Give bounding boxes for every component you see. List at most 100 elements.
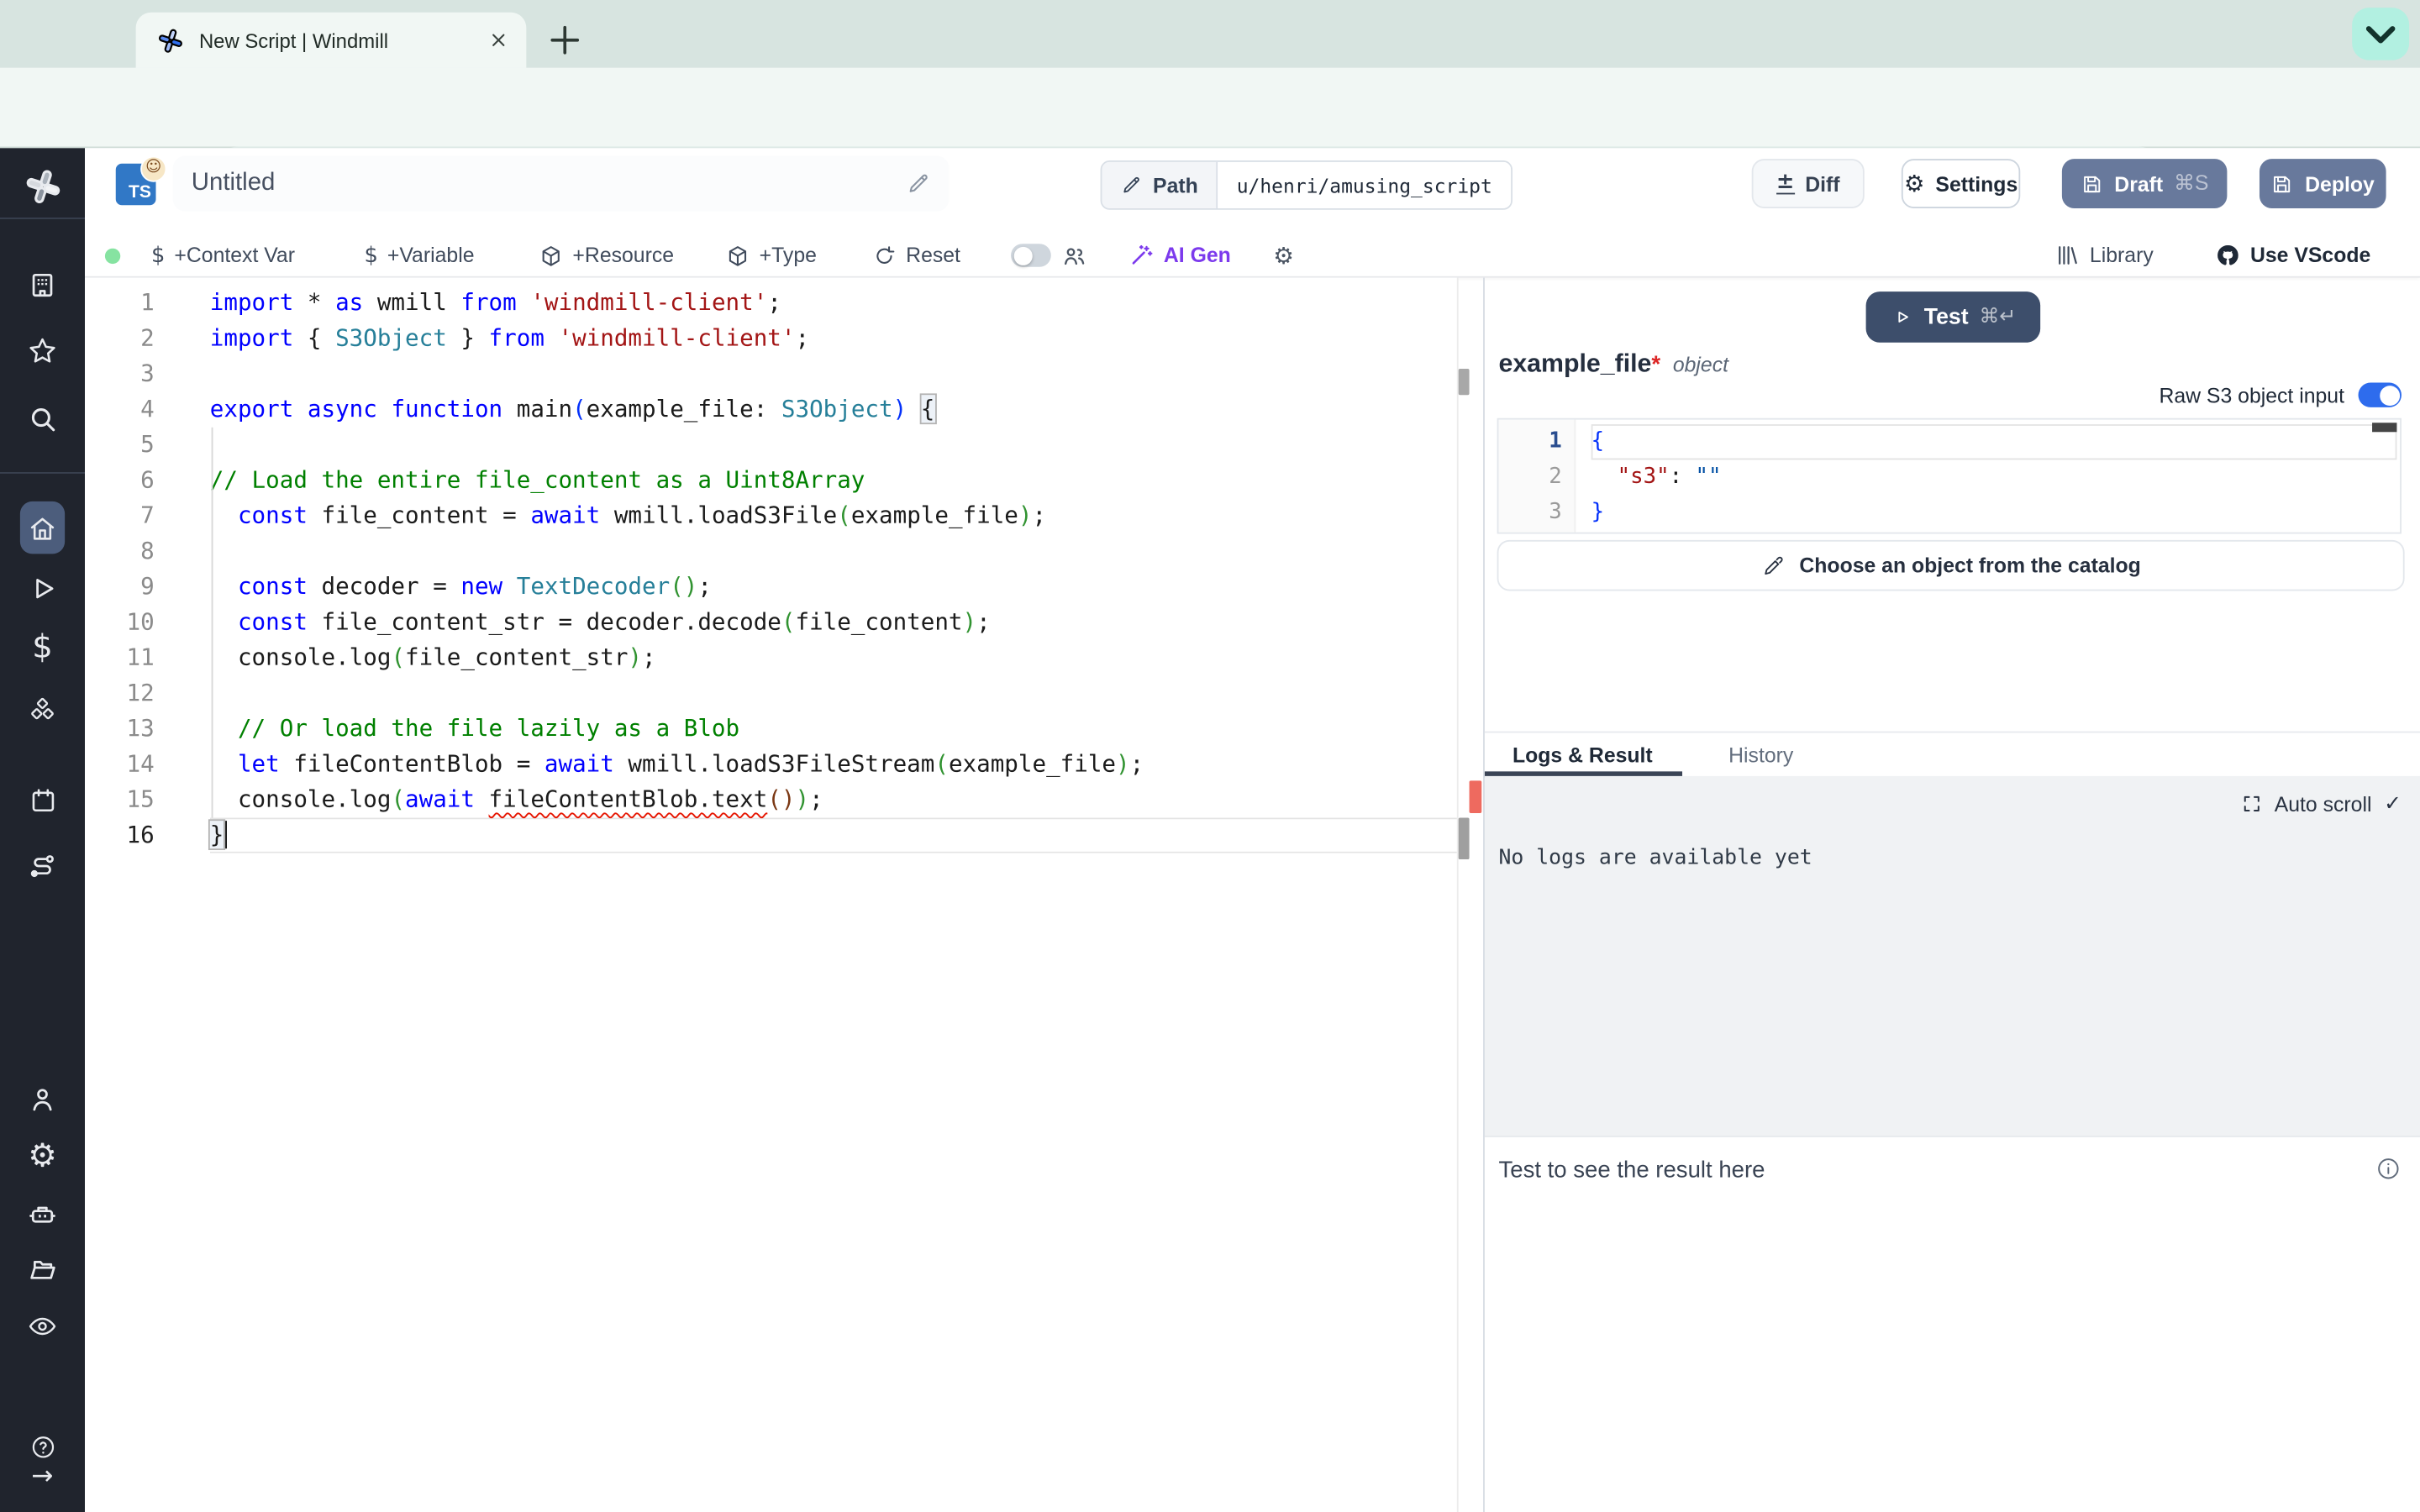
sidebar-item-eye[interactable] xyxy=(0,1309,85,1341)
path-field[interactable]: Path u/henri/amusing_script xyxy=(1101,160,1512,210)
auto-scroll-control[interactable]: Auto scroll ✓ xyxy=(2240,791,2402,816)
editor-settings-button[interactable]: ⚙ xyxy=(1273,234,1294,276)
code-line[interactable]: const file_content_str = decoder.decode(… xyxy=(210,605,1457,640)
json-line-gutter: 123 xyxy=(1498,420,1576,533)
code-line[interactable]: import { S3Object } from 'windmill-clien… xyxy=(210,321,1457,356)
tab-close-icon[interactable] xyxy=(487,28,511,52)
save-icon xyxy=(2271,172,2295,196)
code-line[interactable]: export async function main(example_file:… xyxy=(210,392,1457,428)
search-icon xyxy=(26,402,59,434)
code-line[interactable]: // Load the entire file_content as a Uin… xyxy=(210,463,1457,498)
editor-toolbar: $ +Context Var $ +Variable +Resource +Ty… xyxy=(85,234,2420,277)
tab-search-button[interactable] xyxy=(2352,8,2409,60)
raw-s3-toggle[interactable] xyxy=(2359,383,2402,407)
script-title-input[interactable]: Untitled xyxy=(173,156,950,212)
expand-icon[interactable] xyxy=(2240,793,2262,815)
json-input-editor[interactable]: 123 { "s3": ""} xyxy=(1497,418,2402,534)
sidebar-item-star[interactable] xyxy=(0,334,85,367)
code-line[interactable]: // Or load the file lazily as a Blob xyxy=(210,711,1457,747)
add-context-var-button[interactable]: $ +Context Var xyxy=(151,234,295,276)
sidebar-item-folder[interactable] xyxy=(0,1252,85,1285)
settings-button[interactable]: ⚙ Settings xyxy=(1902,159,2020,208)
help-icon xyxy=(29,1433,56,1461)
sidebar-item-home[interactable] xyxy=(0,512,85,544)
test-shortcut: ⌘↵ xyxy=(1979,306,2016,329)
test-button[interactable]: Test ⌘↵ xyxy=(1866,291,2041,343)
diff-button[interactable]: ± Diff xyxy=(1752,159,1865,208)
check-icon: ✓ xyxy=(2384,791,2402,816)
sidebar-divider xyxy=(0,472,85,474)
code-line[interactable]: } xyxy=(210,817,1457,853)
code-line[interactable] xyxy=(210,534,1457,570)
code-line[interactable] xyxy=(210,356,1457,391)
indent-guide xyxy=(212,428,213,818)
sidebar-item-dollar[interactable]: $ xyxy=(0,630,85,663)
code-line[interactable]: "s3": "" xyxy=(1591,459,2400,495)
choose-object-button[interactable]: Choose an object from the catalog xyxy=(1497,540,2405,591)
sidebar-item-user[interactable] xyxy=(0,1082,85,1115)
ai-gen-button[interactable]: AI Gen xyxy=(1128,234,1231,276)
code-line[interactable]: const file_content = await wmill.loadS3F… xyxy=(210,498,1457,533)
draft-button[interactable]: Draft ⌘S xyxy=(2062,159,2228,208)
line-number: 13 xyxy=(85,711,155,747)
reset-button[interactable]: Reset xyxy=(872,234,960,276)
code-line[interactable] xyxy=(210,428,1457,463)
path-label: Path xyxy=(1153,174,1198,197)
people-icon xyxy=(1060,241,1088,269)
line-number: 6 xyxy=(85,463,155,498)
json-scrollbar-chip xyxy=(2372,423,2396,432)
line-number: 5 xyxy=(85,428,155,463)
sidebar-item-route[interactable] xyxy=(0,849,85,882)
code-line[interactable] xyxy=(210,675,1457,711)
new-tab-button[interactable] xyxy=(544,18,587,61)
windmill-logo-icon xyxy=(24,168,60,205)
add-variable-button[interactable]: $ +Variable xyxy=(364,234,474,276)
line-number: 3 xyxy=(85,356,155,391)
user-icon xyxy=(26,1082,59,1115)
code-line[interactable]: let fileContentBlob = await wmill.loadS3… xyxy=(210,747,1457,782)
multiplayer-toggle[interactable] xyxy=(1011,234,1088,276)
sidebar-item-windmill-logo[interactable] xyxy=(0,168,85,205)
line-number: 14 xyxy=(85,747,155,782)
package-icon xyxy=(725,243,750,267)
sidebar-item-play[interactable] xyxy=(0,572,85,605)
info-icon[interactable] xyxy=(2375,1156,2402,1182)
sidebar-item-arrow-right[interactable]: → xyxy=(0,1464,85,1488)
code-line[interactable]: const decoder = new TextDecoder(); xyxy=(210,570,1457,605)
code-line[interactable]: { xyxy=(1591,424,2397,459)
tab-history[interactable]: History xyxy=(1728,732,1793,777)
sidebar-item-cubes[interactable] xyxy=(0,694,85,727)
code-pane[interactable]: import * as wmill from 'windmill-client'… xyxy=(155,278,1457,1512)
toggle-off[interactable] xyxy=(1011,244,1051,267)
add-resource-button[interactable]: +Resource xyxy=(539,234,674,276)
app-sidebar: $ ⚙ → xyxy=(0,148,85,1512)
folder-icon xyxy=(26,1252,59,1285)
editor-scrollbar-track xyxy=(1457,278,1459,1512)
line-number: 10 xyxy=(85,605,155,640)
code-line[interactable]: console.log(await fileContentBlob.text()… xyxy=(210,782,1457,817)
sidebar-item-building[interactable] xyxy=(0,268,85,301)
code-line[interactable]: import * as wmill from 'windmill-client'… xyxy=(210,286,1457,321)
result-panel: Test to see the result here xyxy=(1485,1136,2420,1512)
browser-tab[interactable]: New Script | Windmill xyxy=(136,13,527,68)
deploy-button[interactable]: Deploy xyxy=(2260,159,2386,208)
json-content[interactable]: { "s3": ""} xyxy=(1576,420,2400,533)
sidebar-item-help[interactable] xyxy=(0,1433,85,1461)
edit-title-pencil-icon[interactable] xyxy=(906,171,930,196)
sidebar-item-search[interactable] xyxy=(0,402,85,434)
use-vscode-button[interactable]: Use VScode xyxy=(2215,234,2371,276)
sidebar-item-robot[interactable] xyxy=(0,1196,85,1229)
code-editor[interactable]: 12345678910111213141516 import * as wmil… xyxy=(85,278,1457,1512)
line-number: 7 xyxy=(85,498,155,533)
sidebar-item-calendar[interactable] xyxy=(0,785,85,816)
play-icon xyxy=(1890,306,1913,329)
line-number: 4 xyxy=(85,392,155,428)
library-button[interactable]: Library xyxy=(2054,234,2154,276)
line-number: 11 xyxy=(85,640,155,675)
sidebar-item-gear[interactable]: ⚙ xyxy=(0,1139,85,1172)
arrow-right-icon: → xyxy=(30,1464,55,1488)
add-type-button[interactable]: +Type xyxy=(725,234,817,276)
code-line[interactable]: } xyxy=(1591,496,2400,531)
building-icon xyxy=(26,268,59,301)
code-line[interactable]: console.log(file_content_str); xyxy=(210,640,1457,675)
